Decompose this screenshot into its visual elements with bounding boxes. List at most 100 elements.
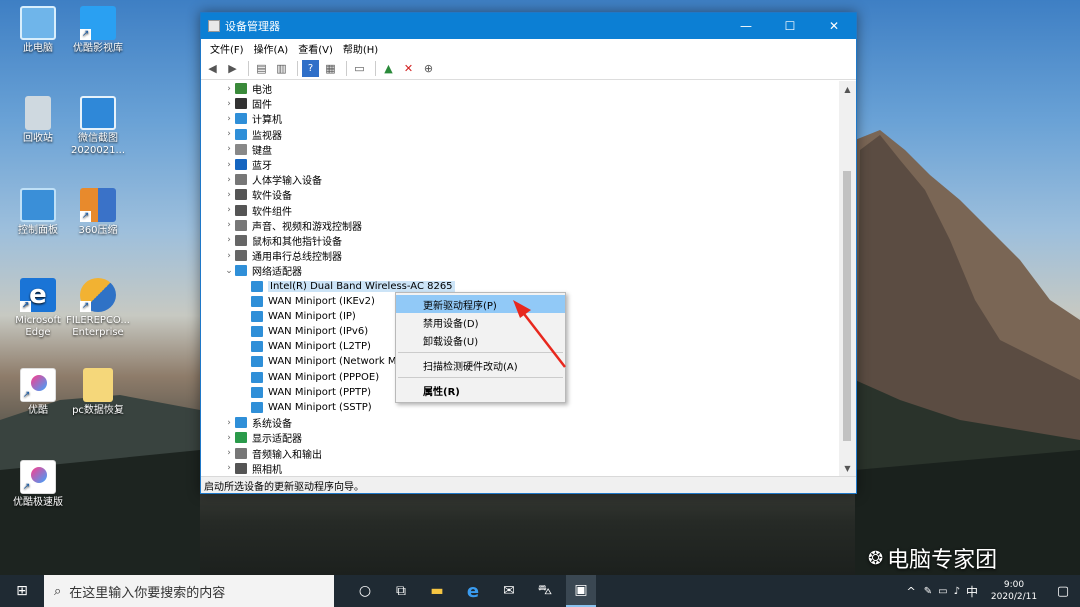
minimize-button[interactable]: — xyxy=(724,13,768,39)
tree-category-item[interactable]: › 音频输入和输出 xyxy=(201,446,841,461)
update-driver-icon[interactable]: ▲ xyxy=(380,60,397,77)
details-icon[interactable]: ▦ xyxy=(322,60,339,77)
chevron-right-icon[interactable]: › xyxy=(223,205,235,215)
desktop-icon[interactable]: e ↗ Microsoft Edge xyxy=(6,278,70,339)
scroll-down-icon[interactable]: ▼ xyxy=(839,464,856,473)
clock-time: 9:00 xyxy=(1003,580,1025,590)
store-icon[interactable]: ⛍ xyxy=(530,575,560,607)
desktop-icon[interactable]: ↗ FILEREPCO... Enterprise xyxy=(66,278,130,339)
context-menu-item[interactable]: 扫描检测硬件改动(A) xyxy=(396,356,565,374)
chevron-right-icon[interactable]: › xyxy=(223,190,235,200)
tree-category-item[interactable]: › 计算机 xyxy=(201,111,841,126)
devices-icon[interactable]: ▥ xyxy=(273,60,290,77)
edge-icon[interactable]: e xyxy=(458,575,488,607)
battery-tray-icon[interactable]: ▭ xyxy=(938,586,947,597)
context-menu-item[interactable]: 更新驱动程序(P) xyxy=(396,295,565,313)
chevron-right-icon[interactable]: › xyxy=(223,448,235,458)
volume-icon[interactable]: ♪ xyxy=(954,586,960,597)
menu-help[interactable]: 帮助(H) xyxy=(338,41,383,56)
mail-icon[interactable]: ✉ xyxy=(494,575,524,607)
task-view-icon[interactable]: ⧉ xyxy=(386,575,416,607)
cortana-icon[interactable]: ○ xyxy=(350,575,380,607)
tree-category-item[interactable]: › 监视器 xyxy=(201,127,841,142)
scroll-up-icon[interactable]: ▲ xyxy=(839,85,856,94)
tree-category-item[interactable]: › 鼠标和其他指针设备 xyxy=(201,233,841,248)
chevron-right-icon[interactable]: › xyxy=(223,463,235,473)
network-adapter-icon xyxy=(251,371,263,383)
system-device-icon xyxy=(235,417,247,429)
chevron-right-icon[interactable]: › xyxy=(223,160,235,170)
tree-category-item[interactable]: › 系统设备 xyxy=(201,415,841,430)
chevron-right-icon[interactable]: › xyxy=(223,144,235,154)
title-bar[interactable]: 设备管理器 — ☐ ✕ xyxy=(201,13,856,39)
desktop-icon[interactable]: 此电脑 xyxy=(6,6,70,55)
chevron-right-icon[interactable]: › xyxy=(223,220,235,230)
desktop-icon[interactable]: ↗ 优酷极速版 xyxy=(6,460,70,509)
help-icon[interactable]: ? xyxy=(302,60,319,77)
tree-category-item[interactable]: › 显示适配器 xyxy=(201,430,841,445)
desktop-icon[interactable]: 微信截图 2020021... xyxy=(66,96,130,157)
desktop-icon[interactable]: ↗ 优酷 xyxy=(6,368,70,417)
desktop-icon[interactable]: ↗ 360压缩 xyxy=(66,188,130,237)
chevron-right-icon[interactable]: › xyxy=(223,235,235,245)
tree-item-label: 监视器 xyxy=(252,130,282,142)
desktop-icon[interactable]: 回收站 xyxy=(6,96,70,145)
tree-category-item[interactable]: › 蓝牙 xyxy=(201,157,841,172)
menu-view[interactable]: 查看(V) xyxy=(293,41,338,56)
search-box[interactable]: ⌕ 在这里输入你要搜索的内容 xyxy=(44,575,334,607)
close-button[interactable]: ✕ xyxy=(812,13,856,39)
pen-icon[interactable]: ✎ xyxy=(924,586,932,597)
start-button[interactable]: ⊞ xyxy=(0,575,44,607)
tree-category-item[interactable]: › 电池 xyxy=(201,81,841,96)
tree-category-item[interactable]: ⌄ 网络适配器 xyxy=(201,263,841,278)
context-menu: 更新驱动程序(P) 禁用设备(D) 卸载设备(U) 扫描检测硬件改动(A) 属性(R) xyxy=(395,292,566,403)
tree-item-label: 音频输入和输出 xyxy=(252,449,322,461)
back-icon[interactable]: ◀ xyxy=(204,60,221,77)
chevron-right-icon[interactable]: › xyxy=(223,99,235,109)
download-icon[interactable]: ⊕ xyxy=(420,60,437,77)
tree-category-item[interactable]: › 通用串行总线控制器 xyxy=(201,248,841,263)
chevron-right-icon[interactable]: › xyxy=(223,114,235,124)
tree-category-item[interactable]: › 键盘 xyxy=(201,142,841,157)
network-adapter-icon xyxy=(251,356,263,368)
tree-category-item[interactable]: › 软件组件 xyxy=(201,203,841,218)
context-menu-item[interactable]: 禁用设备(D) xyxy=(396,313,565,331)
youku-lite-icon: ↗ xyxy=(20,460,56,494)
device-manager-icon[interactable]: ▣ xyxy=(566,575,596,607)
menu-file[interactable]: 文件(F) xyxy=(205,41,249,56)
scrollbar-thumb[interactable] xyxy=(843,171,851,441)
file-explorer-icon[interactable]: ▬ xyxy=(422,575,452,607)
tree-item-label: 蓝牙 xyxy=(252,161,272,173)
desktop-icon[interactable]: pc数据恢复 xyxy=(66,368,130,417)
desktop-icon-label: 控制面板 xyxy=(18,225,58,236)
chevron-right-icon[interactable]: › xyxy=(223,84,235,94)
chevron-right-icon[interactable]: › xyxy=(223,418,235,428)
tree-category-item[interactable]: › 声音、视频和游戏控制器 xyxy=(201,218,841,233)
chevron-right-icon[interactable]: › xyxy=(223,129,235,139)
tree-item-label: WAN Miniport (PPPOE) xyxy=(268,371,380,383)
context-menu-item[interactable]: 属性(R) xyxy=(396,381,565,399)
tree-category-item[interactable]: › 软件设备 xyxy=(201,187,841,202)
tree-category-item[interactable]: › 人体学输入设备 xyxy=(201,172,841,187)
tree-category-item[interactable]: › 固件 xyxy=(201,96,841,111)
properties-icon[interactable]: ▤ xyxy=(253,60,270,77)
desktop-icon[interactable]: ↗ 优酷影视库 xyxy=(66,6,130,55)
menu-action[interactable]: 操作(A) xyxy=(249,41,294,56)
vertical-scrollbar[interactable]: ▲ ▼ xyxy=(839,81,856,477)
uninstall-icon[interactable]: ✕ xyxy=(400,60,417,77)
desktop-icon[interactable]: 控制面板 xyxy=(6,188,70,237)
chevron-right-icon[interactable]: › xyxy=(223,433,235,443)
tree-item-label: 软件设备 xyxy=(252,191,292,203)
maximize-button[interactable]: ☐ xyxy=(768,13,812,39)
notification-icon[interactable]: ▢ xyxy=(1046,584,1080,599)
tray-chevron-icon[interactable]: ^ xyxy=(907,585,916,598)
forward-icon[interactable]: ▶ xyxy=(224,60,241,77)
ime-indicator[interactable]: 中 xyxy=(966,583,978,600)
clock[interactable]: 9:00 2020/2/11 xyxy=(982,579,1046,603)
monitor-icon[interactable]: ▭ xyxy=(351,60,368,77)
chevron-right-icon[interactable]: › xyxy=(223,175,235,185)
context-menu-item[interactable]: 卸载设备(U) xyxy=(396,331,565,349)
chevron-right-icon[interactable]: › xyxy=(223,251,235,261)
tree-category-item[interactable]: › 照相机 xyxy=(201,461,841,476)
chevron-down-icon[interactable]: ⌄ xyxy=(223,266,235,276)
